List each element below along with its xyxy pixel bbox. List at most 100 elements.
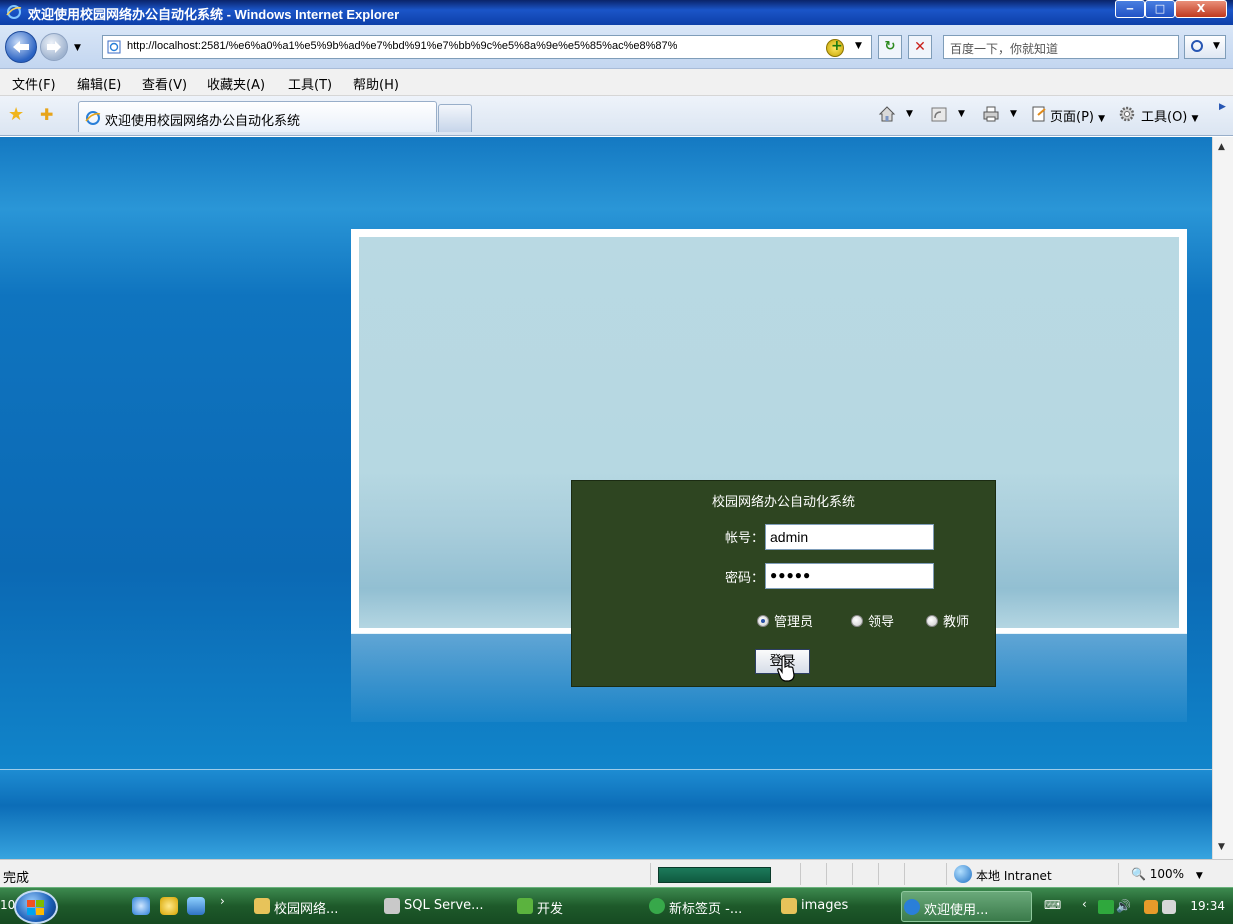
menu-view[interactable]: 查看(V) bbox=[142, 74, 187, 93]
menu-tools[interactable]: 工具(T) bbox=[288, 74, 332, 93]
home-dropdown-icon[interactable]: ▼ bbox=[906, 109, 913, 119]
history-dropdown-icon[interactable]: ▼ bbox=[74, 43, 81, 53]
role-teacher[interactable]: 教师 bbox=[926, 611, 969, 630]
forward-button[interactable] bbox=[40, 33, 68, 61]
search-dropdown-icon[interactable]: ▼ bbox=[1213, 41, 1220, 51]
progress-bar bbox=[658, 867, 771, 883]
zoom-dropdown-icon: ▼ bbox=[1195, 871, 1203, 881]
back-arrow-icon bbox=[13, 41, 29, 53]
status-divider bbox=[650, 863, 651, 885]
status-divider bbox=[826, 863, 827, 885]
search-input[interactable]: 百度一下，你就知道 bbox=[943, 35, 1179, 59]
role-admin[interactable]: 管理员 bbox=[757, 611, 813, 630]
tree-icon bbox=[517, 898, 533, 914]
taskbar-item-newtab[interactable]: 新标签页 -... bbox=[647, 891, 765, 922]
role-teacher-label: 教师 bbox=[943, 615, 970, 630]
tray-app-icon[interactable] bbox=[1162, 900, 1176, 914]
menu-help[interactable]: 帮助(H) bbox=[353, 74, 399, 93]
account-input[interactable]: admin bbox=[765, 524, 934, 550]
radio-icon bbox=[926, 615, 938, 627]
menu-bar: 文件(F) 编辑(E) 查看(V) 收藏夹(A) 工具(T) 帮助(H) bbox=[0, 69, 1233, 96]
add-favorite-icon[interactable] bbox=[826, 38, 844, 57]
chevron-right-icon[interactable]: › bbox=[220, 894, 238, 912]
background-reflection bbox=[0, 770, 1212, 859]
role-leader[interactable]: 领导 bbox=[851, 611, 894, 630]
page-menu-button[interactable]: 页面(P) ▼ bbox=[1050, 106, 1105, 125]
maximize-button[interactable]: □ bbox=[1145, 0, 1175, 18]
chevron-right-icon[interactable]: ▶ bbox=[1219, 102, 1226, 112]
page-menu-label: 页面(P) bbox=[1050, 110, 1094, 125]
zoom-value: 100% bbox=[1149, 867, 1185, 881]
keyboard-icon[interactable]: ⌨ bbox=[1044, 898, 1061, 912]
tray-app-icon[interactable] bbox=[1144, 900, 1158, 914]
folder-icon bbox=[781, 898, 797, 914]
menu-favorites[interactable]: 收藏夹(A) bbox=[207, 74, 265, 93]
favorites-star-icon[interactable]: ★ bbox=[8, 104, 24, 125]
account-label: 帐号： bbox=[724, 531, 764, 546]
window-title: 欢迎使用校园网络办公自动化系统 - Windows Internet Explo… bbox=[28, 7, 400, 22]
clock[interactable]: 19:34 bbox=[1190, 899, 1225, 913]
menu-file[interactable]: 文件(F) bbox=[12, 74, 56, 93]
status-divider bbox=[800, 863, 801, 885]
taskbar: 10 › 校园网络... SQL Serve... 开发 新标签页 -... i… bbox=[0, 887, 1233, 924]
ie-icon bbox=[649, 898, 665, 914]
page-menu-icon bbox=[1032, 106, 1046, 122]
system-title: 校园网络办公自动化系统 bbox=[711, 495, 855, 510]
tab-active[interactable]: 欢迎使用校园网络办公自动化系统 bbox=[78, 101, 437, 132]
close-button[interactable]: X bbox=[1175, 0, 1227, 18]
taskbar-item-project[interactable]: 校园网络... bbox=[252, 891, 370, 922]
back-button[interactable] bbox=[5, 31, 37, 63]
intranet-globe-icon bbox=[954, 865, 972, 883]
url-field[interactable]: http://localhost:2581/%e6%a0%a1%e5%9b%ad… bbox=[102, 35, 872, 59]
vertical-scrollbar[interactable]: ▲ ▼ bbox=[1212, 137, 1233, 859]
taskbar-item-sql[interactable]: SQL Serve... bbox=[382, 891, 500, 922]
search-button[interactable]: ▼ bbox=[1184, 35, 1226, 59]
quicklaunch-app-icon[interactable] bbox=[160, 897, 178, 915]
taskbar-item-welcome[interactable]: 欢迎使用... bbox=[901, 891, 1032, 922]
add-favorites-icon[interactable]: ✚ bbox=[40, 105, 53, 124]
print-icon[interactable] bbox=[982, 105, 1000, 123]
title-bar: 欢迎使用校园网络办公自动化系统 - Windows Internet Explo… bbox=[0, 0, 1233, 25]
feeds-icon[interactable] bbox=[930, 105, 948, 123]
status-divider bbox=[1118, 863, 1119, 885]
tab-bar: ★ ✚ 欢迎使用校园网络办公自动化系统 ▼ ▼ ▼ 页面(P) ▼ 工具(O) … bbox=[0, 96, 1233, 136]
scroll-down-icon[interactable]: ▼ bbox=[1218, 842, 1225, 852]
home-icon[interactable] bbox=[878, 105, 896, 123]
clipped-text: 10 bbox=[0, 898, 16, 912]
url-text: http://localhost:2581/%e6%a0%a1%e5%9b%ad… bbox=[127, 40, 678, 52]
taskbar-item-dev[interactable]: 开发 bbox=[515, 891, 633, 922]
minimize-button[interactable]: ‒ bbox=[1115, 0, 1145, 18]
ie-icon bbox=[85, 111, 101, 125]
ie-icon bbox=[904, 899, 920, 915]
url-dropdown-icon[interactable]: ▼ bbox=[855, 41, 862, 51]
status-divider bbox=[852, 863, 853, 885]
volume-icon[interactable]: 🔊 bbox=[1116, 899, 1131, 913]
tab-label: 欢迎使用校园网络办公自动化系统 bbox=[105, 114, 301, 129]
refresh-button[interactable]: ↻ bbox=[878, 35, 902, 59]
zoom-level[interactable]: 🔍 100% ▼ bbox=[1131, 867, 1203, 881]
menu-edit[interactable]: 编辑(E) bbox=[77, 74, 121, 93]
password-input[interactable]: ●●●●● bbox=[765, 563, 934, 589]
quicklaunch-ie-icon[interactable] bbox=[132, 897, 150, 915]
tray-expand-icon[interactable]: ‹ bbox=[1082, 897, 1087, 911]
forward-arrow-icon bbox=[47, 41, 61, 53]
radio-selected-icon bbox=[757, 615, 769, 627]
password-label: 密码： bbox=[724, 571, 764, 586]
tools-menu-button[interactable]: 工具(O) ▼ bbox=[1141, 106, 1198, 125]
scroll-up-icon[interactable]: ▲ bbox=[1218, 142, 1225, 152]
new-tab-button[interactable] bbox=[438, 104, 472, 132]
address-bar: ▼ http://localhost:2581/%e6%a0%a1%e5%9b%… bbox=[0, 25, 1233, 69]
windows-flag-icon bbox=[27, 900, 44, 915]
role-leader-label: 领导 bbox=[868, 615, 895, 630]
network-icon[interactable] bbox=[1098, 900, 1114, 914]
start-button[interactable] bbox=[14, 890, 58, 924]
quicklaunch-desktop-icon[interactable] bbox=[187, 897, 205, 915]
print-dropdown-icon[interactable]: ▼ bbox=[1010, 109, 1017, 119]
status-text: 完成 bbox=[3, 871, 30, 886]
taskbar-item-images[interactable]: images bbox=[779, 891, 897, 922]
security-zone[interactable]: 本地 Intranet bbox=[976, 867, 1052, 884]
stop-button[interactable]: ✕ bbox=[908, 35, 932, 59]
system-tray: ⌨ ‹ 🔊 19:34 bbox=[1040, 891, 1233, 922]
page-icon bbox=[107, 40, 121, 54]
feeds-dropdown-icon[interactable]: ▼ bbox=[958, 109, 965, 119]
